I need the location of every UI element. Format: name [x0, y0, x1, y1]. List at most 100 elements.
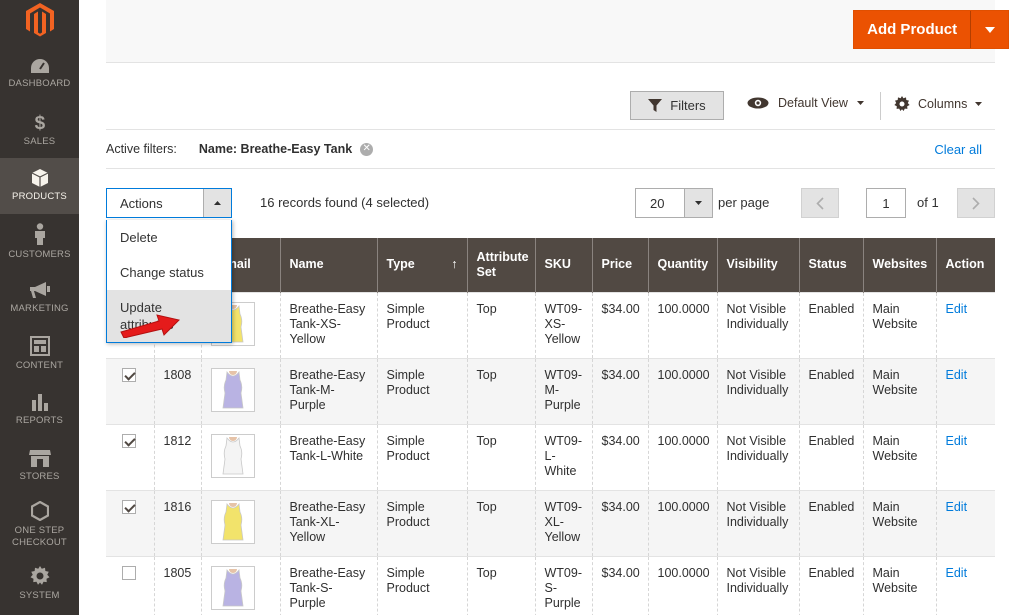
- add-product-button[interactable]: Add Product: [853, 10, 1009, 49]
- select-cell: [106, 424, 155, 490]
- sidebar-item-customers[interactable]: CUSTOMERS: [0, 214, 79, 270]
- sidebar-item-stores[interactable]: STORES: [0, 438, 79, 494]
- price-cell: $34.00: [592, 490, 649, 556]
- sidebar-item-label: SYSTEM: [19, 590, 60, 601]
- visibility-cell: Not Visible Individually: [717, 490, 800, 556]
- action-cell: Edit: [936, 358, 995, 424]
- price-column-header[interactable]: Price: [592, 238, 649, 292]
- add-product-label[interactable]: Add Product: [854, 11, 970, 48]
- caret-up-icon: [214, 201, 221, 205]
- columns-selector[interactable]: Columns: [894, 96, 983, 112]
- clear-all-link[interactable]: Clear all: [934, 142, 982, 157]
- visibility-cell: Not Visible Individually: [717, 358, 800, 424]
- chevron-left-icon: [816, 196, 824, 210]
- product-thumbnail[interactable]: [210, 433, 255, 478]
- product-thumbnail[interactable]: [210, 367, 255, 412]
- funnel-icon: [648, 99, 663, 112]
- active-filters-label: Active filters:: [106, 142, 177, 156]
- row-checkbox[interactable]: [122, 367, 136, 382]
- attribute-set-column-header[interactable]: Attribute Set: [467, 238, 536, 292]
- edit-link[interactable]: Edit: [946, 566, 968, 580]
- sku-cell: WT09-M-Purple: [535, 358, 593, 424]
- filters-button[interactable]: Filters: [630, 91, 724, 120]
- status-column-header[interactable]: Status: [799, 238, 864, 292]
- add-product-split-toggle[interactable]: [970, 11, 1008, 48]
- type-cell: Simple Product: [377, 292, 468, 358]
- view-selector[interactable]: Default View: [747, 96, 864, 110]
- per-page-value: 20: [650, 195, 665, 211]
- select-cell: [106, 490, 155, 556]
- thumbnail-cell: [201, 424, 281, 490]
- sort-ascending-icon: ↑: [451, 257, 458, 272]
- status-cell: Enabled: [799, 424, 864, 490]
- name-cell: Breathe-Easy Tank-L-White: [280, 424, 378, 490]
- product-thumbnail[interactable]: [210, 499, 255, 544]
- records-count: 16 records found (4 selected): [260, 195, 430, 210]
- menu-item-change-status[interactable]: Change status: [107, 255, 231, 290]
- sidebar-item-label: STORES: [19, 471, 60, 482]
- name-column-header[interactable]: Name: [280, 238, 378, 292]
- table-row[interactable]: 1805 Breathe-Easy Tank-S-Purple Simple Pro…: [106, 556, 995, 615]
- actions-label: Actions: [120, 195, 163, 211]
- grid-toolbar: Filters Default View Columns: [106, 80, 995, 130]
- actions-dropdown[interactable]: Actions: [106, 188, 232, 218]
- quantity-cell: 100.0000: [648, 556, 718, 615]
- type-cell: Simple Product: [377, 358, 468, 424]
- websites-column-header[interactable]: Websites: [863, 238, 937, 292]
- menu-item-delete[interactable]: Delete: [107, 220, 231, 255]
- sku-column-header[interactable]: SKU: [535, 238, 593, 292]
- visibility-column-header[interactable]: Visibility: [717, 238, 800, 292]
- sidebar-item-label: DASHBOARD: [8, 78, 71, 89]
- caret-down-icon: [856, 101, 864, 105]
- action-cell: Edit: [936, 292, 995, 358]
- per-page-select[interactable]: 20: [635, 188, 713, 218]
- chevron-right-icon: [972, 196, 980, 210]
- next-page-button[interactable]: [957, 188, 995, 218]
- page-number-input[interactable]: 1: [866, 188, 906, 218]
- edit-link[interactable]: Edit: [946, 434, 968, 448]
- sidebar-item-marketing[interactable]: MARKETING: [0, 270, 79, 326]
- sku-cell: WT09-S-Purple: [535, 556, 593, 615]
- filters-label: Filters: [670, 98, 706, 113]
- name-cell: Breathe-Easy Tank-XS-Yellow: [280, 292, 378, 358]
- price-cell: $34.00: [592, 424, 649, 490]
- type-column-header[interactable]: Type ↑: [377, 238, 468, 292]
- id-cell: 1812: [154, 424, 202, 490]
- select-cell: [106, 358, 155, 424]
- remove-filter-icon[interactable]: ✕: [360, 142, 374, 156]
- sidebar-item-products[interactable]: PRODUCTS: [0, 158, 79, 214]
- sidebar-item-one-step-checkout[interactable]: ONE STEP CHECKOUT: [0, 494, 79, 556]
- previous-page-button[interactable]: [801, 188, 839, 218]
- product-thumbnail[interactable]: [210, 565, 255, 610]
- table-row[interactable]: 1812 Breathe-Easy Tank-L-White Simple Prod…: [106, 424, 995, 490]
- page-total-label: of 1: [917, 195, 939, 210]
- sidebar-item-label: ONE STEP CHECKOUT: [12, 525, 67, 548]
- sidebar-item-system[interactable]: SYSTEM: [0, 556, 79, 612]
- magento-logo[interactable]: [0, 0, 79, 46]
- table-row[interactable]: 1816 Breathe-Easy Tank-XL-Yellow Simple Pr…: [106, 490, 995, 556]
- gear-icon: [894, 96, 910, 111]
- quantity-column-header[interactable]: Quantity: [648, 238, 718, 292]
- edit-link[interactable]: Edit: [946, 500, 968, 514]
- edit-link[interactable]: Edit: [946, 302, 968, 316]
- megaphone-icon: [29, 281, 51, 303]
- websites-cell: Main Website: [863, 556, 937, 615]
- sidebar-item-dashboard[interactable]: DASHBOARD: [0, 46, 79, 102]
- sku-cell: WT09-L-White: [535, 424, 593, 490]
- quantity-cell: 100.0000: [648, 358, 718, 424]
- sidebar-item-label: CUSTOMERS: [8, 249, 71, 260]
- products-grid: mbnail Name Type↑ Attribute Set SKU Pric…: [106, 238, 995, 615]
- table-row[interactable]: 1808 Breathe-Easy Tank-M-Purple Simple Pro…: [106, 358, 995, 424]
- row-checkbox[interactable]: [122, 565, 136, 580]
- row-checkbox[interactable]: [122, 433, 136, 448]
- sidebar-item-content[interactable]: CONTENT: [0, 326, 79, 382]
- table-row[interactable]: Breathe-Easy Tank-XS-Yellow Simple Produc…: [106, 292, 995, 358]
- edit-link[interactable]: Edit: [946, 368, 968, 382]
- attribute-set-cell: Top: [467, 358, 536, 424]
- visibility-cell: Not Visible Individually: [717, 424, 800, 490]
- sidebar-item-sales[interactable]: $ SALES: [0, 102, 79, 158]
- row-checkbox[interactable]: [122, 499, 136, 514]
- actions-toggle[interactable]: [203, 189, 231, 217]
- sidebar-item-reports[interactable]: REPORTS: [0, 382, 79, 438]
- per-page-toggle[interactable]: [684, 189, 712, 217]
